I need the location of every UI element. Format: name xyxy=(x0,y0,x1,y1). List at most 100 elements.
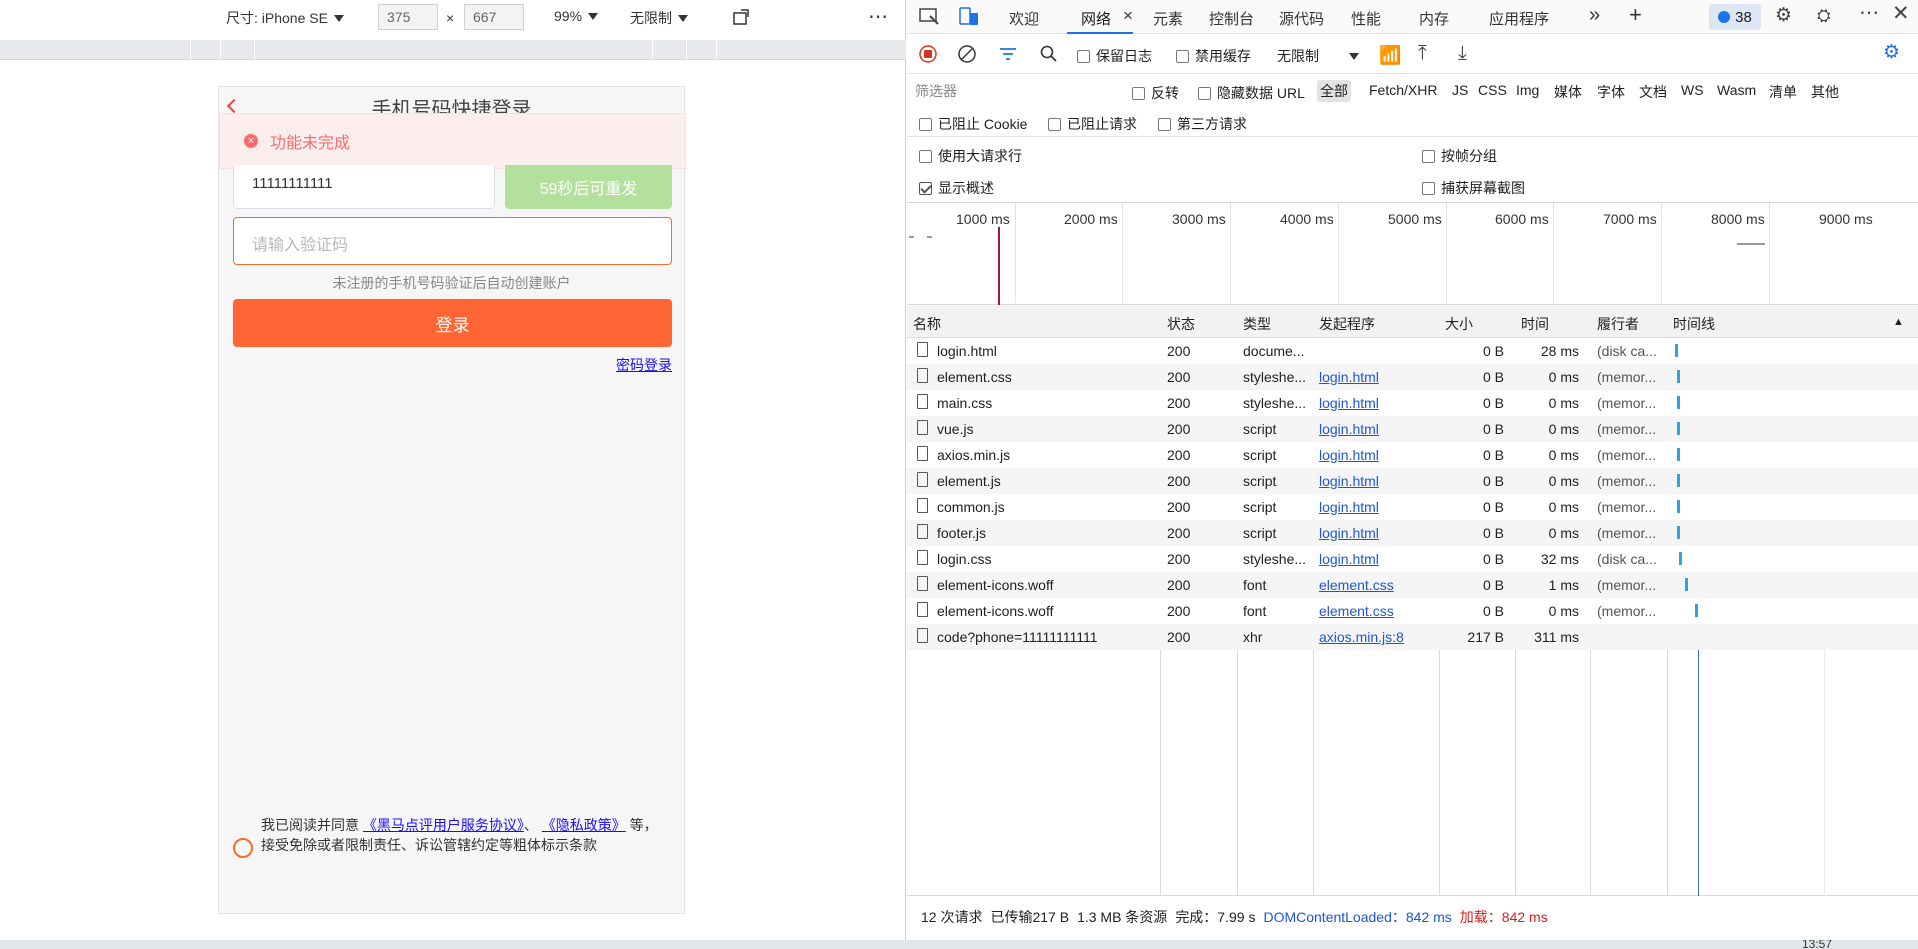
disable-cache-checkbox[interactable]: 禁用缓存 xyxy=(1176,46,1251,66)
record-stop-icon[interactable] xyxy=(919,45,937,63)
filter-type-manifest[interactable]: 清单 xyxy=(1769,82,1797,102)
column-size[interactable]: 大小 xyxy=(1445,314,1473,334)
hide-data-urls-checkbox[interactable]: 隐藏数据 URL xyxy=(1198,83,1305,103)
media-query-ruler[interactable] xyxy=(0,40,906,60)
login-button[interactable]: 登录 xyxy=(233,299,672,347)
group-by-frame-checkbox[interactable]: 按帧分组 xyxy=(1422,146,1497,166)
capture-screenshots-checkbox[interactable]: 捕获屏幕截图 xyxy=(1422,178,1525,198)
filter-type-font[interactable]: 字体 xyxy=(1597,82,1625,102)
add-tab-icon[interactable]: + xyxy=(1629,2,1642,28)
table-row[interactable]: element-icons.woff 200 font element.css 0 B 0… xyxy=(907,598,1918,624)
filter-type-doc[interactable]: 文档 xyxy=(1639,82,1667,102)
tab-network[interactable]: 网络 xyxy=(1081,8,1111,29)
show-overview-checkbox[interactable]: 显示概述 xyxy=(919,178,994,198)
request-initiator-link[interactable]: login.html xyxy=(1319,421,1379,437)
blocked-cookies-checkbox[interactable]: 已阻止 Cookie xyxy=(919,114,1027,134)
request-initiator-link[interactable]: login.html xyxy=(1319,473,1379,489)
sort-up-icon[interactable]: ▲ xyxy=(1893,316,1904,328)
filter-input[interactable]: 筛选器 xyxy=(913,78,1123,102)
tab-memory[interactable]: 内存 xyxy=(1419,8,1449,29)
tab-elements[interactable]: 元素 xyxy=(1153,8,1183,29)
more-options-icon[interactable]: ⋯ xyxy=(1859,3,1879,23)
rotate-icon[interactable] xyxy=(732,7,754,27)
invert-checkbox[interactable]: 反转 xyxy=(1132,83,1179,103)
network-settings-icon[interactable]: ⚙ xyxy=(1883,43,1900,62)
user-agreement-link[interactable]: 《黑马点评用户服务协议》 xyxy=(363,817,524,833)
table-row[interactable]: code?phone=11111111111 200 xhr axios.min.js… xyxy=(907,624,1918,650)
issues-badge[interactable]: 38 xyxy=(1709,4,1761,30)
table-row[interactable]: footer.js 200 script login.html 0 B 0 ms (memo… xyxy=(907,520,1918,546)
request-initiator-link[interactable]: element.css xyxy=(1319,603,1394,619)
close-icon[interactable]: ✕ xyxy=(1892,3,1910,24)
device-select[interactable]: 尺寸: iPhone SE xyxy=(226,8,344,28)
filter-type-media[interactable]: 媒体 xyxy=(1554,82,1582,102)
filter-type-other[interactable]: 其他 xyxy=(1811,82,1839,102)
filter-icon[interactable] xyxy=(999,47,1017,61)
filter-type-wasm[interactable]: Wasm xyxy=(1717,82,1756,98)
column-type[interactable]: 类型 xyxy=(1243,314,1271,334)
export-har-icon[interactable]: ⤓ xyxy=(1458,43,1467,63)
clear-icon[interactable] xyxy=(958,45,976,63)
search-icon[interactable] xyxy=(1040,45,1058,63)
phone-input[interactable]: 11111111111 xyxy=(233,165,495,209)
more-tabs-icon[interactable]: » xyxy=(1589,4,1600,27)
privacy-policy-link[interactable]: 《隐私政策》 xyxy=(542,817,626,833)
preserve-log-checkbox[interactable]: 保留日志 xyxy=(1077,46,1152,66)
tab-close-icon[interactable]: × xyxy=(1123,6,1133,26)
throttle-select[interactable]: 无限制 xyxy=(630,8,688,28)
filter-type-js[interactable]: JS xyxy=(1452,82,1468,98)
zoom-select[interactable]: 99% xyxy=(554,8,599,24)
table-row[interactable]: element.css 200 styleshe... login.html 0 B 0 … xyxy=(907,364,1918,390)
table-row[interactable]: element-icons.woff 200 font element.css 0 B 1… xyxy=(907,572,1918,598)
request-initiator-link[interactable]: login.html xyxy=(1319,499,1379,515)
import-har-icon[interactable]: ⤒ xyxy=(1418,43,1427,63)
column-time[interactable]: 时间 xyxy=(1521,314,1549,334)
network-throttle-select[interactable]: 无限制 xyxy=(1277,46,1359,66)
height-input[interactable]: 667 xyxy=(464,4,524,30)
request-initiator-link[interactable]: login.html xyxy=(1319,525,1379,541)
table-row[interactable]: vue.js 200 script login.html 0 B 0 ms (memor..… xyxy=(907,416,1918,442)
password-login-link[interactable]: 密码登录 xyxy=(616,355,672,375)
device-toggle-icon[interactable] xyxy=(958,6,980,28)
table-row[interactable]: login.css 200 styleshe... login.html 0 B 32 m… xyxy=(907,546,1918,572)
timeline-overview[interactable]: 1000 ms 2000 ms 3000 ms 4000 ms 5000 ms … xyxy=(907,202,1918,305)
network-conditions-icon[interactable]: 📶 xyxy=(1379,46,1401,64)
table-row[interactable]: axios.min.js 200 script login.html 0 B 0 ms (m… xyxy=(907,442,1918,468)
filter-type-ws[interactable]: WS xyxy=(1681,82,1704,98)
tab-console[interactable]: 控制台 xyxy=(1209,8,1254,29)
column-waterfall[interactable]: 时间线 xyxy=(1673,314,1715,334)
request-initiator-link[interactable]: axios.min.js:8 xyxy=(1319,629,1404,645)
request-initiator-link[interactable]: login.html xyxy=(1319,369,1379,385)
tab-welcome[interactable]: 欢迎 xyxy=(1009,8,1039,29)
inspect-icon[interactable] xyxy=(919,7,941,27)
table-row[interactable]: login.html 200 docume... 0 B 28 ms (disk ca..… xyxy=(907,338,1918,364)
filter-type-css[interactable]: CSS xyxy=(1478,82,1507,98)
tab-sources[interactable]: 源代码 xyxy=(1279,8,1324,29)
resend-code-button[interactable]: 59秒后可重发 xyxy=(505,165,672,209)
column-initiator[interactable]: 发起程序 xyxy=(1319,314,1375,334)
verification-code-input[interactable]: 请输入验证码 xyxy=(233,217,672,265)
request-initiator-link[interactable]: login.html xyxy=(1319,447,1379,463)
column-name[interactable]: 名称 xyxy=(913,314,941,334)
filter-type-all[interactable]: 全部 xyxy=(1317,80,1351,102)
third-party-checkbox[interactable]: 第三方请求 xyxy=(1158,114,1247,134)
table-row[interactable]: common.js 200 script login.html 0 B 0 ms (memo… xyxy=(907,494,1918,520)
column-fulfilled-by[interactable]: 履行者 xyxy=(1597,314,1639,334)
column-status[interactable]: 状态 xyxy=(1167,314,1195,334)
filter-type-img[interactable]: Img xyxy=(1516,82,1539,98)
width-input[interactable]: 375 xyxy=(378,4,438,30)
agree-radio[interactable] xyxy=(233,838,253,858)
table-row[interactable]: main.css 200 styleshe... login.html 0 B 0 ms (… xyxy=(907,390,1918,416)
customize-icon[interactable]: ⛭ xyxy=(1817,7,1831,25)
request-initiator-link[interactable]: login.html xyxy=(1319,551,1379,567)
gear-icon[interactable]: ⚙ xyxy=(1775,6,1792,25)
filter-type-fetch[interactable]: Fetch/XHR xyxy=(1369,82,1437,98)
tab-application[interactable]: 应用程序 xyxy=(1489,8,1549,29)
request-initiator-link[interactable]: login.html xyxy=(1319,395,1379,411)
tab-performance[interactable]: 性能 xyxy=(1351,8,1381,29)
request-initiator-link[interactable]: element.css xyxy=(1319,577,1394,593)
big-rows-checkbox[interactable]: 使用大请求行 xyxy=(919,146,1022,166)
more-options-icon[interactable]: ⋯ xyxy=(868,4,888,29)
blocked-requests-checkbox[interactable]: 已阻止请求 xyxy=(1048,114,1137,134)
table-row[interactable]: element.js 200 script login.html 0 B 0 ms (mem… xyxy=(907,468,1918,494)
